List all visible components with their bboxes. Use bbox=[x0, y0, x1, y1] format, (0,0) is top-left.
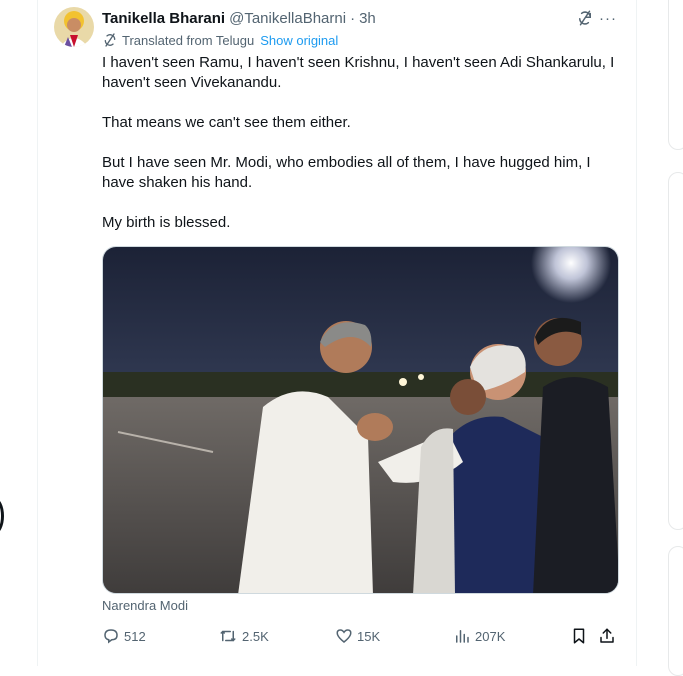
share-button[interactable] bbox=[598, 626, 620, 646]
heart-icon bbox=[336, 629, 352, 643]
sidebar-card bbox=[668, 546, 683, 676]
views-button[interactable]: 207K bbox=[453, 626, 505, 646]
author-name[interactable]: Tanikella Bharani bbox=[102, 10, 225, 27]
tweet-paragraph: But I have seen Mr. Modi, who embodies a… bbox=[102, 154, 591, 191]
views-count: 207K bbox=[475, 628, 506, 644]
photo-scene bbox=[103, 247, 618, 593]
translated-label: Translated from Telugu bbox=[122, 32, 255, 48]
more-icon[interactable]: ··· bbox=[598, 8, 618, 28]
media-caption[interactable]: Narendra Modi bbox=[102, 598, 188, 613]
translate-icon[interactable] bbox=[575, 8, 595, 28]
like-count: 15K bbox=[357, 628, 381, 644]
partial-circle-button[interactable] bbox=[0, 498, 4, 534]
translation-notice: Translated from Telugu Show original bbox=[102, 31, 338, 49]
retweet-count: 2.5K bbox=[242, 628, 269, 644]
retweet-button[interactable]: 2.5K bbox=[218, 626, 269, 646]
bookmark-button[interactable] bbox=[570, 626, 592, 646]
translate-icon bbox=[102, 32, 118, 48]
views-icon bbox=[456, 630, 469, 643]
share-icon bbox=[600, 628, 614, 643]
tweet-photo[interactable] bbox=[102, 246, 619, 594]
reply-button[interactable]: 512 bbox=[102, 626, 146, 646]
avatar[interactable] bbox=[54, 7, 94, 47]
show-original-link[interactable]: Show original bbox=[260, 33, 338, 48]
tweet-text: I haven't seen Ramu, I haven't seen Kris… bbox=[102, 53, 622, 253]
tweet-paragraph: I haven't seen Ramu, I haven't seen Kris… bbox=[102, 54, 615, 91]
tweet-paragraph: My birth is blessed. bbox=[102, 214, 231, 231]
tweet-header: Tanikella Bharani @TanikellaBharni · 3h bbox=[102, 8, 376, 28]
retweet-icon bbox=[220, 630, 236, 642]
tweet-actions: 512 2.5K 15K 207K bbox=[102, 626, 622, 646]
reply-count: 512 bbox=[124, 628, 146, 644]
author-handle[interactable]: @TanikellaBharni bbox=[229, 10, 346, 27]
sidebar-card bbox=[668, 172, 683, 530]
sidebar-card bbox=[668, 0, 683, 150]
bookmark-icon bbox=[573, 628, 585, 644]
separator-dot: · bbox=[350, 9, 356, 27]
tweet-paragraph: That means we can't see them either. bbox=[102, 114, 351, 131]
like-button[interactable]: 15K bbox=[335, 626, 380, 646]
reply-icon bbox=[104, 629, 118, 644]
tweet-time[interactable]: 3h bbox=[359, 10, 376, 27]
